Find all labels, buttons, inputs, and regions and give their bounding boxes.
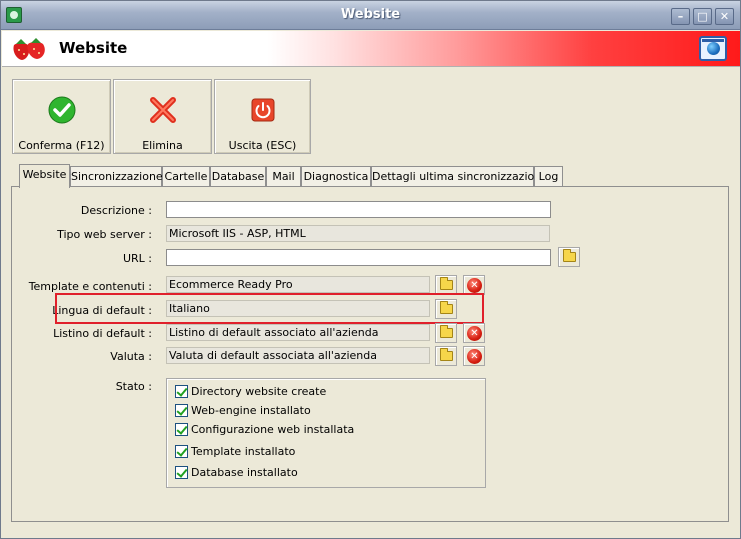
- globe-icon[interactable]: [699, 36, 727, 61]
- checkbox[interactable]: [175, 404, 188, 417]
- delete-x-icon: [149, 97, 176, 123]
- descrizione-field[interactable]: [166, 201, 551, 218]
- minimize-button[interactable]: –: [671, 8, 690, 25]
- exit-button[interactable]: Uscita (ESC): [214, 79, 311, 154]
- checkbox[interactable]: [175, 466, 188, 479]
- tab-diagnostica[interactable]: Diagnostica: [301, 166, 371, 187]
- tab-sincronizzazione[interactable]: Sincronizzazione: [70, 166, 163, 187]
- stato-item-label: Database installato: [191, 466, 298, 479]
- check-icon: [48, 96, 75, 124]
- tab-website[interactable]: Website: [19, 164, 70, 188]
- stato-item-label: Template installato: [191, 445, 296, 458]
- highlight-box: [55, 293, 484, 324]
- listino-clear-button[interactable]: ✕: [463, 323, 485, 343]
- clear-x-icon: ✕: [467, 278, 482, 293]
- valuta-browse-button[interactable]: [435, 346, 457, 366]
- confirm-button-label: Conferma (F12): [18, 139, 105, 152]
- template-clear-button[interactable]: ✕: [463, 275, 485, 295]
- url-field[interactable]: [166, 249, 551, 266]
- power-icon: [251, 98, 274, 122]
- valuta-clear-button[interactable]: ✕: [463, 346, 485, 366]
- listino-label: Listino di default :: [53, 327, 152, 340]
- tab-database[interactable]: Database: [210, 166, 266, 187]
- valuta-label: Valuta :: [110, 350, 152, 363]
- listino-browse-button[interactable]: [435, 323, 457, 343]
- stato-item-label: Configurazione web installata: [191, 423, 355, 436]
- tab-dettagli-ultima-sincronizzazione[interactable]: Dettagli ultima sincronizzazione: [371, 166, 548, 187]
- website-window: Website – □ ✕ Website Conferma (F12) Eli…: [0, 0, 741, 539]
- template-field: Ecommerce Ready Pro: [166, 276, 430, 293]
- tab-log[interactable]: Log: [534, 166, 563, 187]
- stato-label: Stato :: [115, 380, 152, 393]
- tab-mail[interactable]: Mail: [266, 166, 301, 187]
- folder-icon: [440, 325, 453, 338]
- tipo-web-server-label: Tipo web server :: [57, 228, 152, 241]
- clear-x-icon: ✕: [467, 349, 482, 364]
- exit-button-label: Uscita (ESC): [228, 139, 297, 152]
- checkbox[interactable]: [175, 385, 188, 398]
- descrizione-label: Descrizione :: [80, 204, 152, 217]
- template-browse-button[interactable]: [435, 275, 457, 295]
- delete-button[interactable]: Elimina: [113, 79, 212, 154]
- maximize-button[interactable]: □: [693, 8, 712, 25]
- header-title: Website: [59, 39, 128, 57]
- tipo-web-server-field: Microsoft IIS - ASP, HTML: [166, 225, 550, 242]
- delete-button-label: Elimina: [142, 139, 183, 152]
- url-browse-button[interactable]: [558, 247, 580, 267]
- header-banner: Website: [2, 31, 740, 67]
- valuta-field: Valuta di default associata all'azienda: [166, 347, 430, 364]
- stato-item-label: Directory website create: [191, 385, 327, 398]
- checkbox[interactable]: [175, 423, 188, 436]
- title-bar[interactable]: Website – □ ✕: [1, 1, 740, 30]
- confirm-button[interactable]: Conferma (F12): [12, 79, 111, 154]
- strawberries-icon: [13, 38, 45, 60]
- clear-x-icon: ✕: [467, 326, 482, 341]
- folder-icon: [440, 348, 453, 361]
- folder-icon: [563, 249, 576, 262]
- stato-item-label: Web-engine installato: [191, 404, 311, 417]
- url-label: URL :: [122, 252, 152, 265]
- template-label: Template e contenuti :: [28, 280, 152, 293]
- tab-cartelle[interactable]: Cartelle: [162, 166, 210, 187]
- window-title: Website: [340, 7, 401, 22]
- listino-field: Listino di default associato all'azienda: [166, 324, 430, 341]
- checkbox[interactable]: [175, 445, 188, 458]
- close-button[interactable]: ✕: [715, 8, 734, 25]
- folder-icon: [440, 277, 453, 290]
